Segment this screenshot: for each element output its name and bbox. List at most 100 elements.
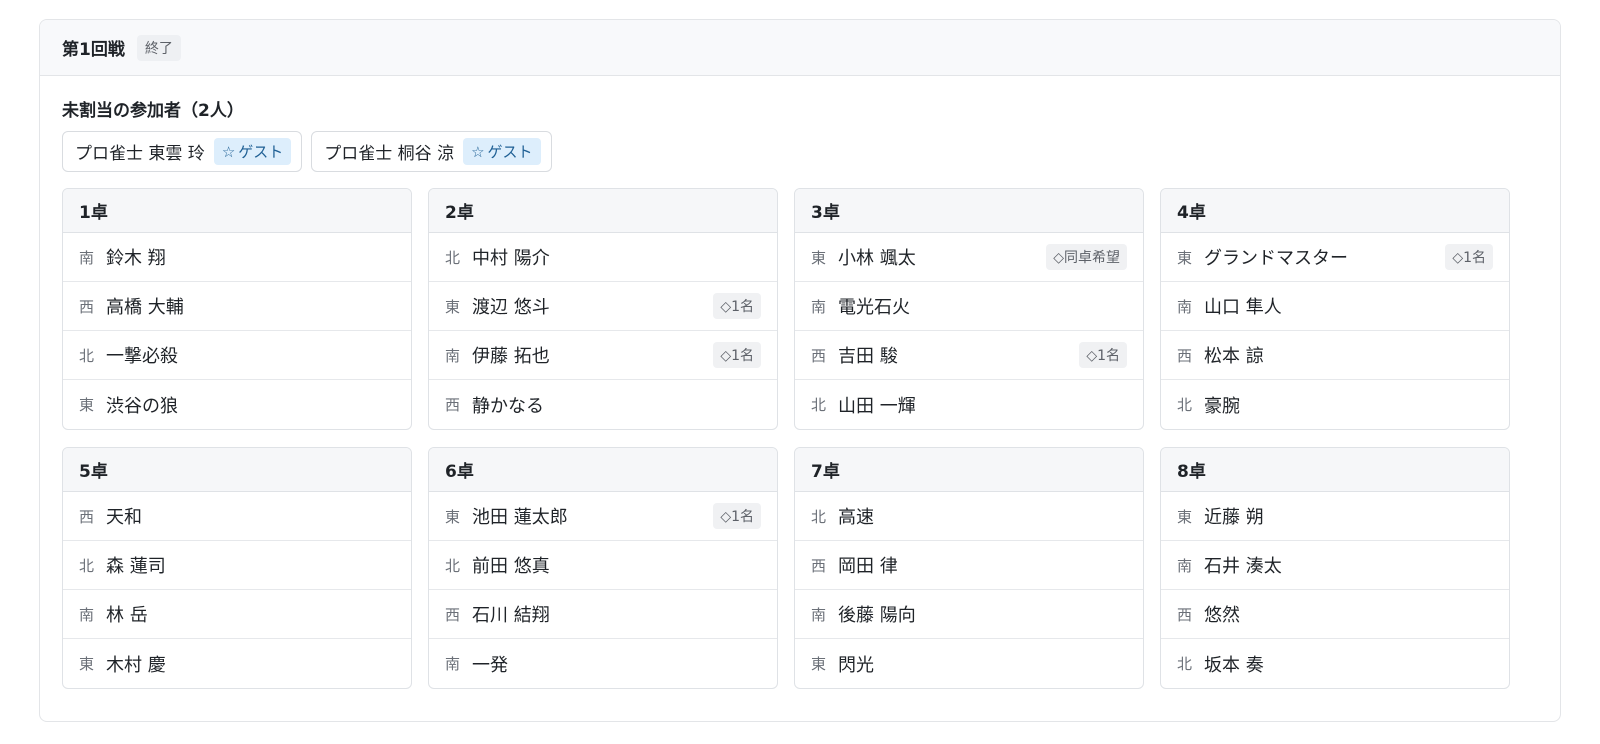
participant-name: プロ雀士 桐谷 涼 <box>324 144 455 164</box>
seat-wind: 西 <box>1177 605 1193 624</box>
player-name: 伊藤 拓也 <box>472 346 550 367</box>
seat-row[interactable]: 南鈴木 翔 <box>63 233 411 282</box>
seat-row[interactable]: 西静かなる <box>429 380 777 429</box>
seat-row[interactable]: 東閃光 <box>795 639 1143 688</box>
seat-tag: ◇1名 <box>713 342 761 368</box>
seat-row[interactable]: 南林 岳 <box>63 590 411 639</box>
tables-grid: 1卓南鈴木 翔西高橋 大輔北一撃必殺東渋谷の狼 2卓北中村 陽介東渡辺 悠斗 ◇1名… <box>62 188 1538 689</box>
table-card: 2卓北中村 陽介東渡辺 悠斗 ◇1名南伊藤 拓也 ◇1名西静かなる <box>428 188 778 430</box>
player-name: 石井 湊太 <box>1204 556 1282 577</box>
seat-row[interactable]: 東近藤 朔 <box>1161 492 1509 541</box>
table-label: 2卓 <box>429 189 777 233</box>
seat-row[interactable]: 北前田 悠真 <box>429 541 777 590</box>
seat-wind: 東 <box>811 655 827 673</box>
seat-wind: 東 <box>811 248 827 267</box>
seat-row[interactable]: 東小林 颯太 ◇同卓希望 <box>795 233 1143 282</box>
seat-row[interactable]: 西天和 <box>63 492 411 541</box>
seat-row[interactable]: 東木村 慶 <box>63 639 411 688</box>
player-name: 一撃必殺 <box>106 346 178 367</box>
star-icon: ☆ <box>221 142 236 161</box>
unassigned-participant[interactable]: プロ雀士 桐谷 涼 ☆ ゲスト <box>311 131 552 172</box>
player-name: 小林 颯太 <box>838 248 916 269</box>
seat-tag: ◇1名 <box>1445 244 1493 270</box>
round-header: 第1回戦 終了 <box>40 20 1560 76</box>
unassigned-participant[interactable]: プロ雀士 東雲 玲 ☆ ゲスト <box>62 131 303 172</box>
seat-row[interactable]: 北山田 一輝 <box>795 380 1143 429</box>
guest-badge: ☆ ゲスト <box>213 138 292 165</box>
seat-row[interactable]: 北豪腕 <box>1161 380 1509 429</box>
seat-row[interactable]: 西高橋 大輔 <box>63 282 411 331</box>
seat-row[interactable]: 東渋谷の狼 <box>63 380 411 429</box>
seat-wind: 南 <box>1177 556 1193 575</box>
player-name: グランドマスター <box>1204 248 1348 269</box>
table-card: 1卓南鈴木 翔西高橋 大輔北一撃必殺東渋谷の狼 <box>62 188 412 430</box>
player-name: 山口 隼人 <box>1204 297 1282 318</box>
seat-wind: 南 <box>811 605 827 624</box>
seat-tag: ◇1名 <box>713 503 761 529</box>
seat-row[interactable]: 南後藤 陽向 <box>795 590 1143 639</box>
seat-row[interactable]: 南電光石火 <box>795 282 1143 331</box>
seat-wind: 東 <box>1177 248 1193 267</box>
table-card: 4卓東グランドマスター ◇1名南山口 隼人西松本 諒北豪腕 <box>1160 188 1510 430</box>
seat-row[interactable]: 東池田 蓮太郎 ◇1名 <box>429 492 777 541</box>
seat-row[interactable]: 西吉田 駿 ◇1名 <box>795 331 1143 380</box>
player-name: 吉田 駿 <box>838 346 898 367</box>
player-name: 高橋 大輔 <box>106 297 184 318</box>
table-card: 6卓東池田 蓮太郎 ◇1名北前田 悠真西石川 結翔南一発 <box>428 447 778 689</box>
seat-row[interactable]: 北坂本 奏 <box>1161 639 1509 688</box>
seat-wind: 南 <box>79 605 95 624</box>
player-name: 渋谷の狼 <box>106 395 178 417</box>
unassigned-title: 未割当の参加者（2人） <box>62 101 244 121</box>
seat-row[interactable]: 北高速 <box>795 492 1143 541</box>
seat-wind: 西 <box>445 605 461 624</box>
player-name: 中村 陽介 <box>472 248 550 269</box>
seat-wind: 北 <box>811 396 827 414</box>
seat-row[interactable]: 南一発 <box>429 639 777 688</box>
seat-wind: 南 <box>79 248 95 267</box>
seat-row[interactable]: 南石井 湊太 <box>1161 541 1509 590</box>
seat-row[interactable]: 西岡田 律 <box>795 541 1143 590</box>
table-card: 8卓東近藤 朔南石井 湊太西悠然北坂本 奏 <box>1160 447 1510 689</box>
round-body: 未割当の参加者（2人） プロ雀士 東雲 玲 ☆ ゲスト プロ雀士 桐谷 涼 ☆ … <box>40 76 1560 689</box>
player-name: 後藤 陽向 <box>838 605 916 626</box>
table-card: 3卓東小林 颯太 ◇同卓希望南電光石火西吉田 駿 ◇1名北山田 一輝 <box>794 188 1144 430</box>
player-name: 豪腕 <box>1204 395 1240 417</box>
player-name: 坂本 奏 <box>1204 654 1264 676</box>
seat-row[interactable]: 西石川 結翔 <box>429 590 777 639</box>
seat-tag: ◇1名 <box>1079 342 1127 368</box>
guest-badge-label: ゲスト <box>487 143 533 161</box>
table-card: 5卓西天和北森 蓮司南林 岳東木村 慶 <box>62 447 412 689</box>
player-name: 悠然 <box>1204 605 1240 626</box>
seat-row[interactable]: 東グランドマスター ◇1名 <box>1161 233 1509 282</box>
round-card: 第1回戦 終了 未割当の参加者（2人） プロ雀士 東雲 玲 ☆ ゲスト プロ雀士… <box>39 19 1561 722</box>
player-name: 林 岳 <box>106 605 148 626</box>
seat-row[interactable]: 北一撃必殺 <box>63 331 411 380</box>
table-label: 5卓 <box>63 448 411 492</box>
seat-wind: 北 <box>445 556 461 575</box>
participant-name: プロ雀士 東雲 玲 <box>75 144 205 164</box>
table-label: 4卓 <box>1161 189 1509 233</box>
player-name: 松本 諒 <box>1204 346 1264 367</box>
seat-wind: 北 <box>811 507 827 526</box>
seat-wind: 西 <box>79 507 95 526</box>
seat-row[interactable]: 北中村 陽介 <box>429 233 777 282</box>
seat-row[interactable]: 西松本 諒 <box>1161 331 1509 380</box>
player-name: 木村 慶 <box>106 654 166 676</box>
table-label: 6卓 <box>429 448 777 492</box>
seat-row[interactable]: 東渡辺 悠斗 ◇1名 <box>429 282 777 331</box>
seat-row[interactable]: 北森 蓮司 <box>63 541 411 590</box>
table-label: 7卓 <box>795 448 1143 492</box>
seat-wind: 北 <box>445 248 461 267</box>
status-badge: 終了 <box>136 34 181 61</box>
seat-row[interactable]: 西悠然 <box>1161 590 1509 639</box>
seat-row[interactable]: 南山口 隼人 <box>1161 282 1509 331</box>
seat-wind: 北 <box>79 346 95 365</box>
player-name: 天和 <box>106 507 142 528</box>
round-title: 第1回戦 <box>62 40 125 60</box>
player-name: 山田 一輝 <box>838 395 916 417</box>
seat-row[interactable]: 南伊藤 拓也 ◇1名 <box>429 331 777 380</box>
seat-wind: 西 <box>79 297 95 316</box>
seat-wind: 南 <box>1177 297 1193 316</box>
seat-wind: 西 <box>811 346 827 365</box>
player-name: 静かなる <box>472 395 544 417</box>
